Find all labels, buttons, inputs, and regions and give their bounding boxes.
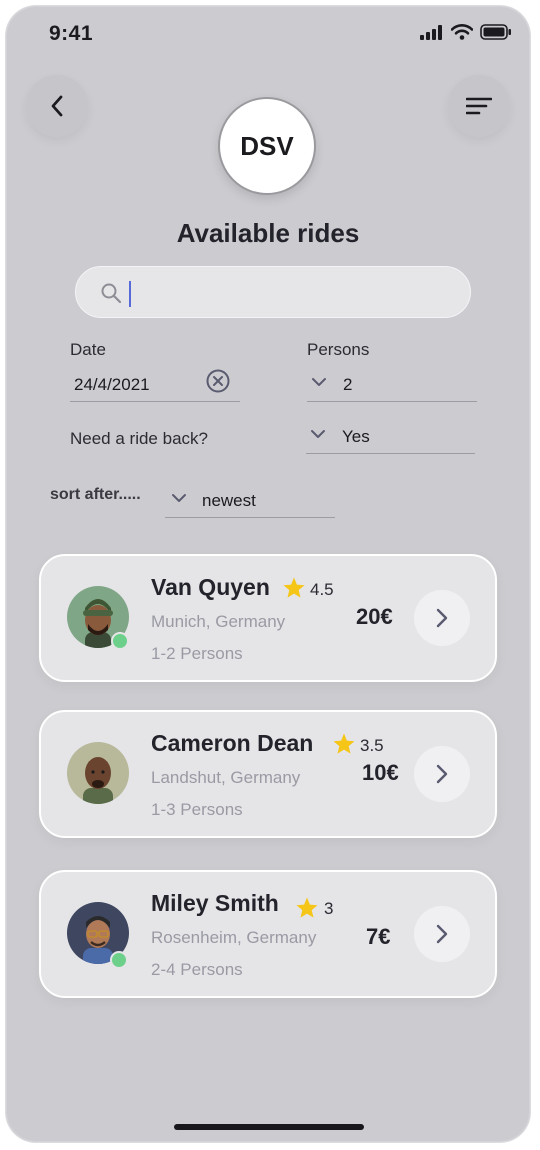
sort-label: sort after..... bbox=[50, 486, 141, 503]
driver-rating: 3 bbox=[324, 899, 334, 918]
chevron-down-icon bbox=[312, 378, 326, 386]
star-icon bbox=[296, 897, 318, 918]
battery-icon bbox=[480, 24, 511, 40]
text-caret bbox=[129, 281, 131, 307]
persons-range: 2-4 Persons bbox=[151, 960, 243, 979]
ride-back-value: Yes bbox=[342, 427, 370, 446]
page-title: Available rides bbox=[176, 218, 360, 248]
back-button[interactable] bbox=[26, 75, 88, 137]
ride-price: 20€ bbox=[356, 604, 393, 629]
view-ride-button[interactable] bbox=[414, 590, 470, 646]
status-icons bbox=[420, 24, 512, 40]
online-indicator bbox=[110, 951, 128, 969]
date-field[interactable]: 24/4/2021 bbox=[70, 368, 240, 402]
driver-rating: 4.5 bbox=[310, 580, 334, 599]
ride-price: 10€ bbox=[362, 760, 399, 785]
search-input[interactable] bbox=[134, 277, 448, 309]
search-icon bbox=[101, 283, 122, 304]
company-logo: DSV bbox=[218, 97, 316, 195]
chevron-right-icon bbox=[436, 764, 448, 784]
sort-select[interactable]: newest bbox=[165, 484, 335, 518]
avatar bbox=[67, 742, 129, 804]
ride-card[interactable]: Van Quyen 4.5 Munich, Germany 1-2 Person… bbox=[39, 554, 497, 682]
star-icon bbox=[283, 577, 305, 598]
status-time: 9:41 bbox=[49, 22, 94, 45]
ride-back-label: Need a ride back? bbox=[70, 429, 208, 448]
persons-label: Persons bbox=[307, 340, 370, 359]
driver-name: Cameron Dean bbox=[151, 730, 314, 756]
chevron-down-icon bbox=[172, 494, 186, 502]
wifi-icon bbox=[451, 24, 473, 40]
ride-price: 7€ bbox=[366, 924, 391, 949]
persons-value: 2 bbox=[343, 375, 353, 394]
signal-icon bbox=[420, 24, 442, 40]
chevron-right-icon bbox=[436, 608, 448, 628]
home-indicator[interactable] bbox=[174, 1124, 364, 1130]
persons-range: 1-2 Persons bbox=[151, 644, 243, 663]
search-bar[interactable] bbox=[75, 266, 471, 318]
ride-card[interactable]: Cameron Dean 3.5 Landshut, Germany 1-3 P… bbox=[39, 710, 497, 838]
star-icon bbox=[333, 733, 355, 754]
driver-name: Van Quyen bbox=[151, 574, 270, 600]
view-ride-button[interactable] bbox=[414, 746, 470, 802]
phone-screen: 9:41 DSV Available rides Date 24/4/2021 … bbox=[6, 6, 530, 1142]
chevron-down-icon bbox=[311, 430, 325, 438]
sort-value: newest bbox=[202, 491, 256, 510]
persons-select[interactable]: 2 bbox=[307, 368, 477, 402]
ride-card[interactable]: Miley Smith 3 Rosenheim, Germany 2-4 Per… bbox=[39, 870, 497, 998]
driver-location: Landshut, Germany bbox=[151, 768, 301, 787]
date-value: 24/4/2021 bbox=[74, 375, 150, 394]
chevron-right-icon bbox=[436, 924, 448, 944]
persons-range: 1-3 Persons bbox=[151, 800, 243, 819]
chevron-left-icon bbox=[51, 95, 63, 117]
date-label: Date bbox=[70, 340, 106, 359]
driver-name: Miley Smith bbox=[151, 890, 279, 916]
clear-date-icon[interactable] bbox=[205, 368, 231, 394]
driver-location: Munich, Germany bbox=[151, 612, 286, 631]
sort-lines-icon bbox=[466, 97, 492, 115]
ride-back-select[interactable]: Yes bbox=[306, 420, 475, 454]
driver-location: Rosenheim, Germany bbox=[151, 928, 317, 947]
driver-rating: 3.5 bbox=[360, 736, 384, 755]
view-ride-button[interactable] bbox=[414, 906, 470, 962]
filter-menu-button[interactable] bbox=[448, 75, 510, 137]
online-indicator bbox=[111, 632, 129, 650]
